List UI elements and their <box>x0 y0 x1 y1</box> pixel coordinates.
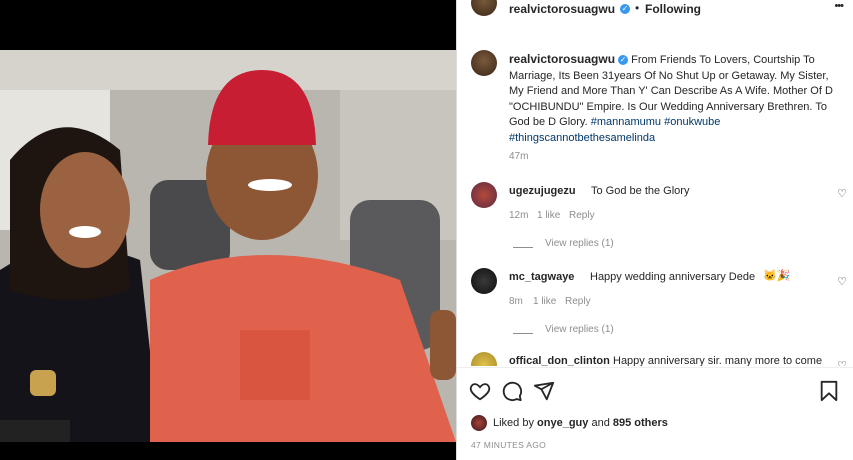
comment-username[interactable]: ugezujugezu <box>509 185 576 197</box>
hashtag[interactable]: #onukwube <box>664 116 720 128</box>
author-avatar[interactable] <box>471 0 497 16</box>
view-replies-button[interactable]: View replies (1) <box>545 324 614 335</box>
author-username[interactable]: realvictorosuagwu <box>509 2 615 16</box>
photo-illustration <box>0 50 456 442</box>
hashtag[interactable]: #thingscannotbethesamelinda <box>509 132 655 144</box>
emoji-reaction: 🐱🎉 <box>763 270 791 282</box>
comment-text: To God be the Glory <box>591 185 690 197</box>
caption-text-block: realvictorosuagwu ✓ From Friends To Love… <box>509 52 839 146</box>
comment-likes[interactable]: 1 like <box>537 210 560 221</box>
comment-time[interactable]: 8m <box>509 296 523 307</box>
comment-username[interactable]: offical_don_clinton <box>509 355 610 366</box>
heart-icon[interactable] <box>469 380 491 402</box>
likes-prefix: Liked by <box>493 417 534 429</box>
comment-icon[interactable] <box>501 380 523 402</box>
comment-item: mc_tagwaye Happy wedding anniversary Ded… <box>457 268 853 338</box>
reply-button[interactable]: Reply <box>569 210 595 221</box>
hashtag[interactable]: #mannamumu <box>591 116 661 128</box>
commenter-avatar[interactable] <box>471 182 497 208</box>
commenter-avatar[interactable] <box>471 268 497 294</box>
view-replies-divider <box>513 325 545 343</box>
share-icon[interactable] <box>533 380 555 402</box>
commenter-avatar[interactable] <box>471 352 497 366</box>
more-options-icon[interactable]: ••• <box>834 0 844 12</box>
comment-text: Happy anniversary sir. many more to come <box>613 355 823 366</box>
comment-username[interactable]: mc_tagwaye <box>509 271 574 283</box>
header-separator: • <box>635 1 640 15</box>
action-bar <box>457 380 853 404</box>
likes-summary: Liked by onye_guy and 895 others <box>457 415 853 433</box>
post-timestamp[interactable]: 47 MINUTES AGO <box>471 440 546 450</box>
comment-item: ugezujugezu To God be the Glory ♡ 12m 1 … <box>457 182 853 252</box>
comment-time[interactable]: 12m <box>509 210 528 221</box>
comment-text: Happy wedding anniversary Dede <box>590 271 756 283</box>
verified-badge-icon: ✓ <box>618 55 629 66</box>
caption-avatar[interactable] <box>471 50 497 76</box>
likes-joiner: and <box>591 417 610 429</box>
following-button[interactable]: Following <box>645 2 701 16</box>
liker-avatar[interactable] <box>471 415 487 431</box>
actions-divider <box>457 367 853 368</box>
caption-time[interactable]: 47m <box>509 151 528 162</box>
post-details-panel: realvictorosuagwu ✓ • Following ••• real… <box>456 0 853 460</box>
comment-likes[interactable]: 1 like <box>533 296 556 307</box>
post-photo <box>0 50 456 442</box>
post-media[interactable] <box>0 0 456 460</box>
view-replies-button[interactable]: View replies (1) <box>545 238 614 249</box>
reply-button[interactable]: Reply <box>565 296 591 307</box>
view-replies-divider <box>513 239 545 257</box>
post-header: realvictorosuagwu ✓ • Following ••• <box>457 0 853 18</box>
comment-heart-icon[interactable]: ♡ <box>837 275 847 288</box>
liker-username[interactable]: onye_guy <box>537 417 588 429</box>
bookmark-icon[interactable] <box>819 380 839 402</box>
likes-others-button[interactable]: 895 others <box>613 417 668 429</box>
verified-badge-icon: ✓ <box>620 4 630 14</box>
comment-heart-icon[interactable]: ♡ <box>837 187 847 200</box>
comment-heart-icon[interactable]: ♡ <box>837 359 847 366</box>
comment-item: offical_don_clinton Happy anniversary si… <box>457 352 853 366</box>
caption-username[interactable]: realvictorosuagwu <box>509 52 615 66</box>
